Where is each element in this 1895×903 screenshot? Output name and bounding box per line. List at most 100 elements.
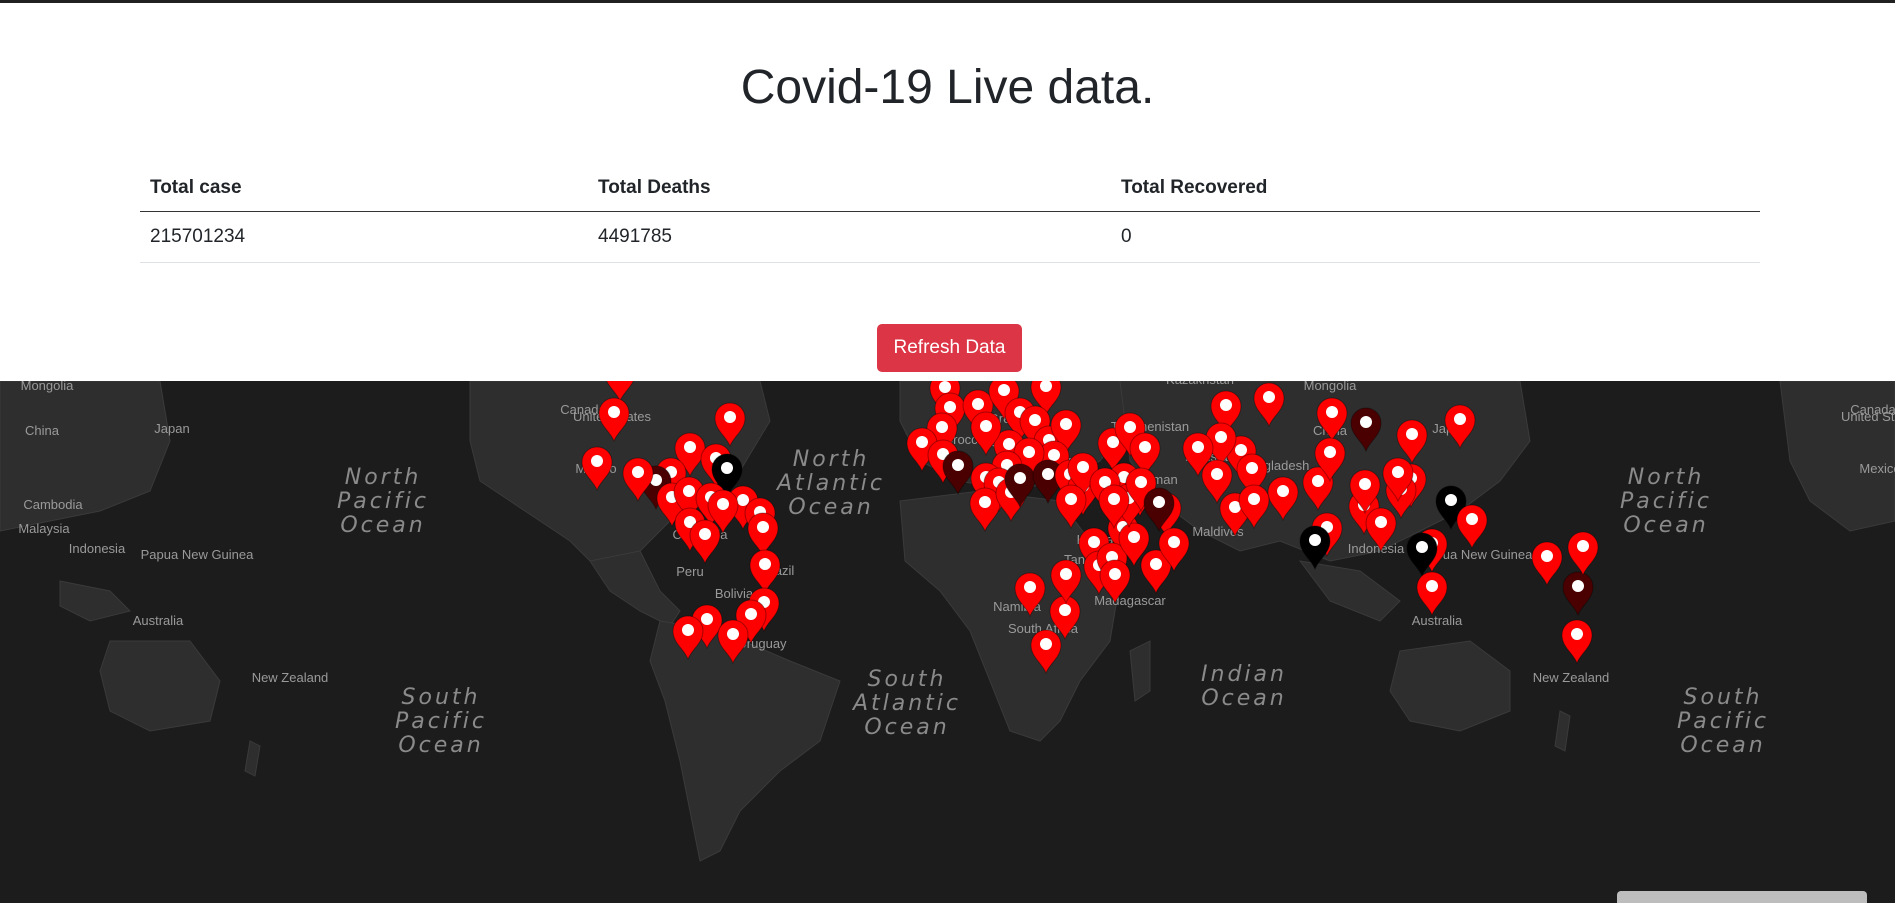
map-marker-dot <box>1042 468 1054 480</box>
map-marker-dot <box>1445 494 1457 506</box>
map-marker-pin[interactable] <box>1456 504 1488 550</box>
map-marker-icon <box>1531 541 1563 587</box>
map-marker-dot <box>1466 513 1478 525</box>
map-marker-dot <box>737 494 749 506</box>
map-marker-pin[interactable] <box>749 549 781 595</box>
total-recovered-header: Total Recovered <box>1111 165 1760 212</box>
country-label: Indonesia <box>69 541 126 556</box>
total-deaths-value: 4491785 <box>588 211 1111 263</box>
map-marker-icon <box>749 549 781 595</box>
map-attribution <box>1617 891 1867 903</box>
map-marker-dot <box>591 455 603 467</box>
stats-table: Total case Total Deaths Total Recovered … <box>140 165 1760 263</box>
ocean-label: North Pacific Ocean <box>1620 465 1712 538</box>
map-marker-dot <box>979 496 991 508</box>
map-marker-dot <box>1060 568 1072 580</box>
map-marker-dot <box>1060 418 1072 430</box>
ocean-label: Indian Ocean <box>1201 662 1287 711</box>
map-marker-pin[interactable] <box>689 519 721 565</box>
map-marker-dot <box>757 521 769 533</box>
map-marker-pin[interactable] <box>1562 571 1594 617</box>
map-marker-icon <box>1561 619 1593 665</box>
map-marker-dot <box>1211 468 1223 480</box>
map-marker-dot <box>1359 478 1371 490</box>
country-label: Australia <box>1412 613 1463 628</box>
map-marker-dot <box>1109 568 1121 580</box>
map-marker-dot <box>1014 472 1026 484</box>
map-marker-pin[interactable] <box>1567 531 1599 577</box>
map-canvas[interactable]: North Pacific Ocean North Atlantic Ocean North… <box>0 381 1895 903</box>
map-marker-dot <box>1541 550 1553 562</box>
map-marker-dot <box>1220 399 1232 411</box>
map-marker-dot <box>759 558 771 570</box>
map-marker-dot <box>632 466 644 478</box>
map-marker-dot <box>701 613 713 625</box>
country-label: Kazakhstan <box>1166 381 1234 387</box>
map-marker-dot <box>1168 536 1180 548</box>
map-marker-icon <box>689 519 721 565</box>
map-marker-dot <box>1128 531 1140 543</box>
country-label: New Zealand <box>252 670 329 685</box>
ocean-label: North Pacific Ocean <box>337 465 429 538</box>
map-marker-icon <box>1456 504 1488 550</box>
refresh-data-button[interactable]: Refresh Data <box>877 324 1022 372</box>
map-marker-dot <box>1135 476 1147 488</box>
country-label: Madagascar <box>1094 593 1166 608</box>
map-marker-dot <box>1003 438 1015 450</box>
map-marker-icon <box>1562 571 1594 617</box>
map-marker-icon <box>1416 571 1448 617</box>
total-case-value: 215701234 <box>140 211 588 263</box>
map-marker-dot <box>1192 441 1204 453</box>
map-marker-dot <box>1426 580 1438 592</box>
ocean-label: North Atlantic Ocean <box>775 447 885 520</box>
stats-header-row: Total case Total Deaths Total Recovered <box>140 165 1760 212</box>
map-marker-dot <box>1059 604 1071 616</box>
map-marker-dot <box>717 498 729 510</box>
map-marker-dot <box>980 420 992 432</box>
map-marker-dot <box>1312 475 1324 487</box>
map-marker-icon <box>942 450 974 496</box>
map-marker-dot <box>1326 406 1338 418</box>
map-marker-dot <box>1324 446 1336 458</box>
map-marker-icon <box>747 512 779 558</box>
map-marker-dot <box>1139 441 1151 453</box>
map-marker-dot <box>682 624 694 636</box>
map-marker-dot <box>1309 534 1321 546</box>
map-marker-pin[interactable] <box>1531 541 1563 587</box>
map-marker-pin[interactable] <box>1416 571 1448 617</box>
map-marker-dot <box>1124 421 1136 433</box>
map-marker-pin[interactable] <box>942 450 974 496</box>
country-label: Mexico <box>1859 461 1895 476</box>
map-marker-dot <box>1077 461 1089 473</box>
map-marker-dot <box>972 398 984 410</box>
world-map[interactable]: North Pacific Ocean North Atlantic Ocean North… <box>0 381 1895 903</box>
total-case-header: Total case <box>140 165 588 212</box>
map-marker-dot <box>1215 431 1227 443</box>
map-marker-dot <box>1406 428 1418 440</box>
map-marker-dot <box>683 485 695 497</box>
country-label: Malaysia <box>18 521 70 536</box>
total-deaths-header: Total Deaths <box>588 165 1111 212</box>
map-marker-dot <box>1108 493 1120 505</box>
map-marker-dot <box>952 459 964 471</box>
country-label: China <box>25 423 60 438</box>
map-marker-dot <box>1572 580 1584 592</box>
country-label: New Zealand <box>1533 670 1610 685</box>
map-marker-dot <box>1048 449 1060 461</box>
page-title: Covid-19 Live data. <box>740 61 1155 114</box>
map-marker-pin[interactable] <box>1561 619 1593 665</box>
map-marker-pin[interactable] <box>747 512 779 558</box>
country-label: Japan <box>154 421 189 436</box>
map-marker-dot <box>916 436 928 448</box>
map-marker-dot <box>1248 493 1260 505</box>
map-marker-dot <box>1263 391 1275 403</box>
map-marker-dot <box>998 384 1010 396</box>
map-marker-dot <box>1153 496 1165 508</box>
country-label: Bolivia <box>715 586 754 601</box>
map-marker-icon <box>1567 531 1599 577</box>
top-border <box>0 0 1895 3</box>
map-marker-dot <box>724 411 736 423</box>
map-marker-dot <box>1375 516 1387 528</box>
country-label: United States <box>1841 409 1895 424</box>
map-marker-dot <box>1277 485 1289 497</box>
